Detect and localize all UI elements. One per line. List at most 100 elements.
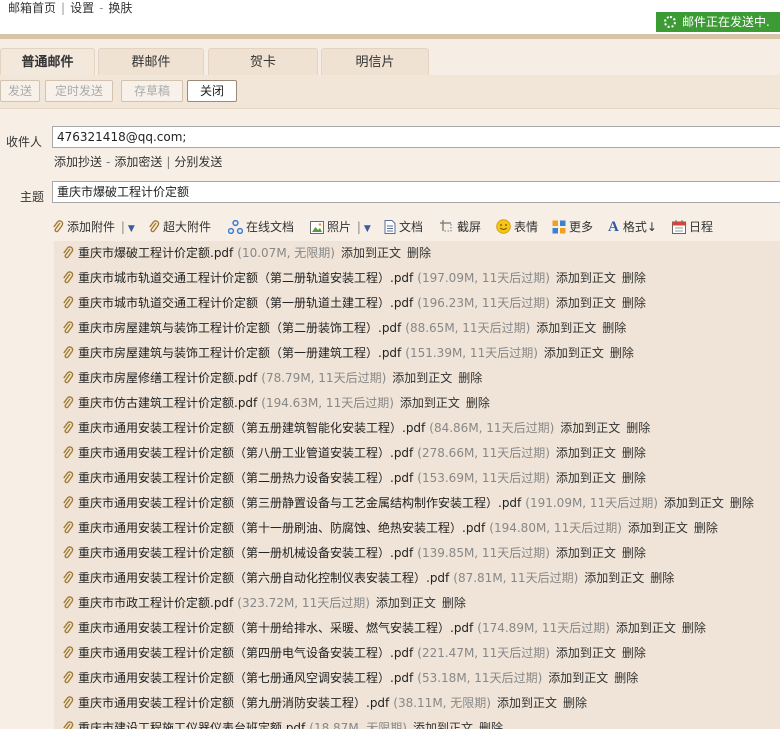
delete-attachment-link[interactable]: 删除 [622,546,646,560]
attachment-row: 重庆市通用安装工程计价定额（第二册热力设备安装工程）.pdf (153.69M, … [54,466,780,491]
add-to-body-link[interactable]: 添加到正文 [548,671,608,685]
attachment-filename[interactable]: 重庆市通用安装工程计价定额（第四册电气设备安装工程）.pdf [78,646,413,660]
attachment-filename[interactable]: 重庆市通用安装工程计价定额（第六册自动化控制仪表安装工程）.pdf [78,571,449,585]
attachment-filename[interactable]: 重庆市通用安装工程计价定额（第十册给排水、采暖、燃气安装工程）.pdf [78,621,473,635]
delete-attachment-link[interactable]: 删除 [442,596,466,610]
attachment-filename[interactable]: 重庆市建设工程施工仪器仪表台班定额.pdf [78,721,305,729]
add-to-body-link[interactable]: 添加到正文 [628,521,688,535]
attachment-filename[interactable]: 重庆市通用安装工程计价定额（第八册工业管道安装工程）.pdf [78,446,413,460]
attachment-filename[interactable]: 重庆市仿古建筑工程计价定额.pdf [78,396,257,410]
dropdown-separator: | [120,220,125,234]
delete-attachment-link[interactable]: 删除 [650,571,674,585]
add-to-body-link[interactable]: 添加到正文 [556,296,616,310]
add-to-body-link[interactable]: 添加到正文 [556,546,616,560]
attachment-filename[interactable]: 重庆市通用安装工程计价定额（第五册建筑智能化安装工程）.pdf [78,421,425,435]
delete-attachment-link[interactable]: 删除 [626,421,650,435]
save-draft-button[interactable]: 存草稿 [121,80,183,102]
delete-attachment-link[interactable]: 删除 [730,496,754,510]
tab-normal-mail[interactable]: 普通邮件 [0,48,95,75]
add-to-body-link[interactable]: 添加到正文 [556,471,616,485]
emoji-label: 表情 [514,220,539,234]
delete-attachment-link[interactable]: 删除 [610,346,634,360]
add-to-body-link[interactable]: 添加到正文 [392,371,452,385]
change-skin-link[interactable]: 换肤 [108,1,132,15]
delete-attachment-link[interactable]: 删除 [694,521,718,535]
attachment-filename[interactable]: 重庆市城市轨道交通工程计价定额（第二册轨道安装工程）.pdf [78,271,413,285]
delete-attachment-link[interactable]: 删除 [622,471,646,485]
recipient-input[interactable]: 476321418@qq.com; [52,126,780,148]
timed-send-button[interactable]: 定时发送 [45,80,113,102]
delete-attachment-link[interactable]: 删除 [622,296,646,310]
attachment-filename[interactable]: 重庆市通用安装工程计价定额（第二册热力设备安装工程）.pdf [78,471,413,485]
attachment-row: 重庆市房屋建筑与装饰工程计价定额（第二册装饰工程）.pdf (88.65M, 11… [54,316,780,341]
delete-attachment-link[interactable]: 删除 [479,721,503,729]
subject-input[interactable]: 重庆市爆破工程计价定额 [52,181,780,203]
large-attachment-label: 超大附件 [163,220,212,234]
tab-greeting-card[interactable]: 贺卡 [208,48,318,75]
delete-attachment-link[interactable]: 删除 [407,246,431,260]
calendar-button[interactable]: 日程 [672,218,713,236]
attachment-filename[interactable]: 重庆市市政工程计价定额.pdf [78,596,233,610]
attachment-filename[interactable]: 重庆市房屋建筑与装饰工程计价定额（第二册装饰工程）.pdf [78,321,401,335]
delete-attachment-link[interactable]: 删除 [602,321,626,335]
attachment-filename[interactable]: 重庆市房屋修缮工程计价定额.pdf [78,371,257,385]
attachment-filename[interactable]: 重庆市房屋建筑与装饰工程计价定额（第一册建筑工程）.pdf [78,346,401,360]
more-button[interactable]: 更多 [552,218,593,236]
add-to-body-link[interactable]: 添加到正文 [556,446,616,460]
delete-attachment-link[interactable]: 删除 [458,371,482,385]
delete-attachment-link[interactable]: 删除 [614,671,638,685]
add-to-body-link[interactable]: 添加到正文 [556,271,616,285]
attachment-filename[interactable]: 重庆市通用安装工程计价定额（第三册静置设备与工艺金属结构制作安装工程）.pdf [78,496,521,510]
add-to-body-link[interactable]: 添加到正文 [664,496,724,510]
delete-attachment-link[interactable]: 删除 [622,646,646,660]
tab-group-mail[interactable]: 群邮件 [98,48,204,75]
tab-postcard[interactable]: 明信片 [321,48,429,75]
attachment-filename[interactable]: 重庆市通用安装工程计价定额（第七册通风空调安装工程）.pdf [78,671,413,685]
online-docs-button[interactable]: 在线文档 [227,218,294,236]
add-to-body-link[interactable]: 添加到正文 [341,246,401,260]
emoji-button[interactable]: 表情 [496,218,538,236]
attachment-filename[interactable]: 重庆市爆破工程计价定额.pdf [78,246,233,260]
attachment-filename[interactable]: 重庆市通用安装工程计价定额（第十一册刷油、防腐蚀、绝热安装工程）.pdf [78,521,485,535]
close-button[interactable]: 关闭 [187,80,237,102]
add-to-body-link[interactable]: 添加到正文 [616,621,676,635]
attachment-filename[interactable]: 重庆市通用安装工程计价定额（第九册消防安装工程）.pdf [78,696,389,710]
attachment-row: 重庆市房屋修缮工程计价定额.pdf (78.79M, 11天后过期) 添加到正文 删除 [54,366,780,391]
separator: | [166,155,171,169]
add-to-body-link[interactable]: 添加到正文 [497,696,557,710]
add-to-body-link[interactable]: 添加到正文 [400,396,460,410]
mailbox-home-link[interactable]: 邮箱首页 [8,1,56,15]
delete-attachment-link[interactable]: 删除 [682,621,706,635]
delete-attachment-link[interactable]: 删除 [466,396,490,410]
add-bcc-link[interactable]: 添加密送 [114,155,162,169]
chevron-down-icon[interactable]: ▼ [128,224,135,234]
add-to-body-link[interactable]: 添加到正文 [556,646,616,660]
attachment-meta: (87.81M, 11天后过期) [453,571,579,585]
chevron-down-icon[interactable]: ▼ [364,224,371,234]
attachment-row: 重庆市爆破工程计价定额.pdf (10.07M, 无限期) 添加到正文 删除 [54,241,780,266]
add-to-body-link[interactable]: 添加到正文 [584,571,644,585]
send-button[interactable]: 发送 [0,80,40,102]
attachment-filename[interactable]: 重庆市城市轨道交通工程计价定额（第一册轨道土建工程）.pdf [78,296,413,310]
large-attachment-button[interactable]: 超大附件 [148,218,211,236]
add-to-body-link[interactable]: 添加到正文 [413,721,473,729]
format-label: 格式↓ [622,220,657,234]
settings-link[interactable]: 设置 [70,1,94,15]
add-to-body-link[interactable]: 添加到正文 [560,421,620,435]
screenshot-button[interactable]: 截屏 [440,218,481,236]
add-attachment-button[interactable]: 添加附件 | ▼ [52,218,135,236]
separate-send-link[interactable]: 分别发送 [174,155,222,169]
add-to-body-link[interactable]: 添加到正文 [376,596,436,610]
delete-attachment-link[interactable]: 删除 [563,696,587,710]
attachment-filename[interactable]: 重庆市通用安装工程计价定额（第一册机械设备安装工程）.pdf [78,546,413,560]
document-button[interactable]: 文档 [384,218,423,236]
paperclip-icon [53,220,64,233]
add-cc-link[interactable]: 添加抄送 [54,155,102,169]
photo-button[interactable]: 照片 | ▼ [310,218,371,236]
format-button[interactable]: A 格式↓ [608,218,657,236]
delete-attachment-link[interactable]: 删除 [622,271,646,285]
delete-attachment-link[interactable]: 删除 [622,446,646,460]
add-to-body-link[interactable]: 添加到正文 [544,346,604,360]
add-to-body-link[interactable]: 添加到正文 [536,321,596,335]
screenshot-label: 截屏 [457,220,482,234]
